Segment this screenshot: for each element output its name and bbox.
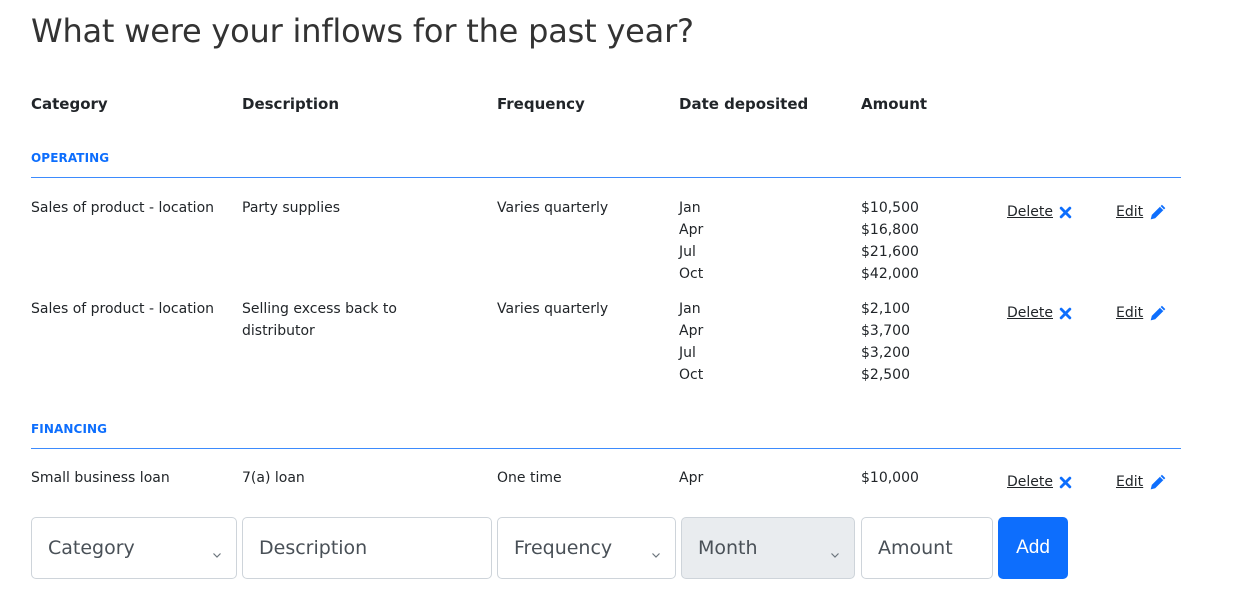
row-amounts: $10,000 <box>861 467 981 489</box>
row-frequency: One time <box>497 470 562 486</box>
row-description: Party supplies <box>242 200 340 216</box>
header-date: Date deposited <box>679 95 809 113</box>
amount-value: $3,700 <box>861 323 910 339</box>
date-value: Jul <box>679 345 696 361</box>
header-frequency: Frequency <box>497 95 585 113</box>
row-description: 7(a) loan <box>242 470 305 486</box>
row-dates: Jan Apr Jul Oct <box>679 298 839 386</box>
row-amounts: $10,500 $16,800 $21,600 $42,000 <box>861 197 981 285</box>
section-label-operating: OPERATING <box>31 151 110 165</box>
header-amount: Amount <box>861 95 928 113</box>
row-frequency: Varies quarterly <box>497 301 609 317</box>
amount-value: $2,100 <box>861 301 910 317</box>
pencil-icon <box>1149 203 1167 221</box>
date-value: Oct <box>679 266 704 282</box>
date-value: Jul <box>679 244 696 260</box>
edit-button[interactable]: Edit <box>1116 302 1167 324</box>
date-value: Apr <box>679 222 704 238</box>
edit-label: Edit <box>1116 204 1144 220</box>
row-category: Small business loan <box>31 470 170 486</box>
frequency-select[interactable]: Frequency <box>497 517 676 579</box>
amount-value: $2,500 <box>861 367 910 383</box>
date-value: Oct <box>679 367 704 383</box>
add-button[interactable]: Add <box>998 517 1068 579</box>
amount-value: $10,000 <box>861 470 919 486</box>
row-dates: Jan Apr Jul Oct <box>679 197 839 285</box>
amount-input[interactable]: Amount <box>861 517 993 579</box>
delete-button[interactable]: Delete <box>1007 471 1072 493</box>
row-amounts: $2,100 $3,700 $3,200 $2,500 <box>861 298 981 386</box>
header-description: Description <box>242 95 340 113</box>
delete-button[interactable]: Delete <box>1007 201 1072 223</box>
header-category: Category <box>31 95 108 113</box>
section-divider <box>31 177 1181 178</box>
x-icon <box>1059 476 1072 489</box>
description-input[interactable]: Description <box>242 517 492 579</box>
frequency-select-value: Frequency <box>514 537 613 559</box>
section-divider <box>31 448 1181 449</box>
chevron-down-icon <box>651 543 661 558</box>
pencil-icon <box>1149 304 1167 322</box>
category-select[interactable]: Category <box>31 517 237 579</box>
table-header: Category Description Frequency Date depo… <box>0 95 1248 119</box>
row-frequency: Varies quarterly <box>497 200 609 216</box>
month-select-value: Month <box>698 537 758 559</box>
edit-button[interactable]: Edit <box>1116 201 1167 223</box>
delete-label: Delete <box>1007 204 1053 220</box>
delete-button[interactable]: Delete <box>1007 302 1072 324</box>
delete-label: Delete <box>1007 474 1053 490</box>
row-dates: Apr <box>679 467 839 489</box>
date-value: Apr <box>679 323 704 339</box>
amount-value: $21,600 <box>861 244 919 260</box>
month-select[interactable]: Month <box>681 517 855 579</box>
amount-value: $3,200 <box>861 345 910 361</box>
row-category: Sales of product - location <box>31 301 215 317</box>
category-select-value: Category <box>48 537 135 559</box>
add-inflow-form: Category Description Frequency Month Amo… <box>0 517 1248 579</box>
pencil-icon <box>1149 473 1167 491</box>
x-icon <box>1059 206 1072 219</box>
row-description: Selling excess back to distributor <box>242 301 397 339</box>
x-icon <box>1059 307 1072 320</box>
page-title: What were your inflows for the past year… <box>31 12 694 50</box>
amount-value: $16,800 <box>861 222 919 238</box>
row-category: Sales of product - location <box>31 200 215 216</box>
chevron-down-icon <box>212 543 222 558</box>
date-value: Jan <box>679 301 701 317</box>
edit-label: Edit <box>1116 305 1144 321</box>
amount-value: $42,000 <box>861 266 919 282</box>
date-value: Jan <box>679 200 701 216</box>
delete-label: Delete <box>1007 305 1053 321</box>
date-value: Apr <box>679 470 704 486</box>
amount-value: $10,500 <box>861 200 919 216</box>
edit-button[interactable]: Edit <box>1116 471 1167 493</box>
amount-placeholder: Amount <box>878 537 953 559</box>
edit-label: Edit <box>1116 474 1144 490</box>
chevron-down-icon <box>830 543 840 558</box>
section-label-financing: FINANCING <box>31 422 108 436</box>
description-placeholder: Description <box>259 537 368 559</box>
